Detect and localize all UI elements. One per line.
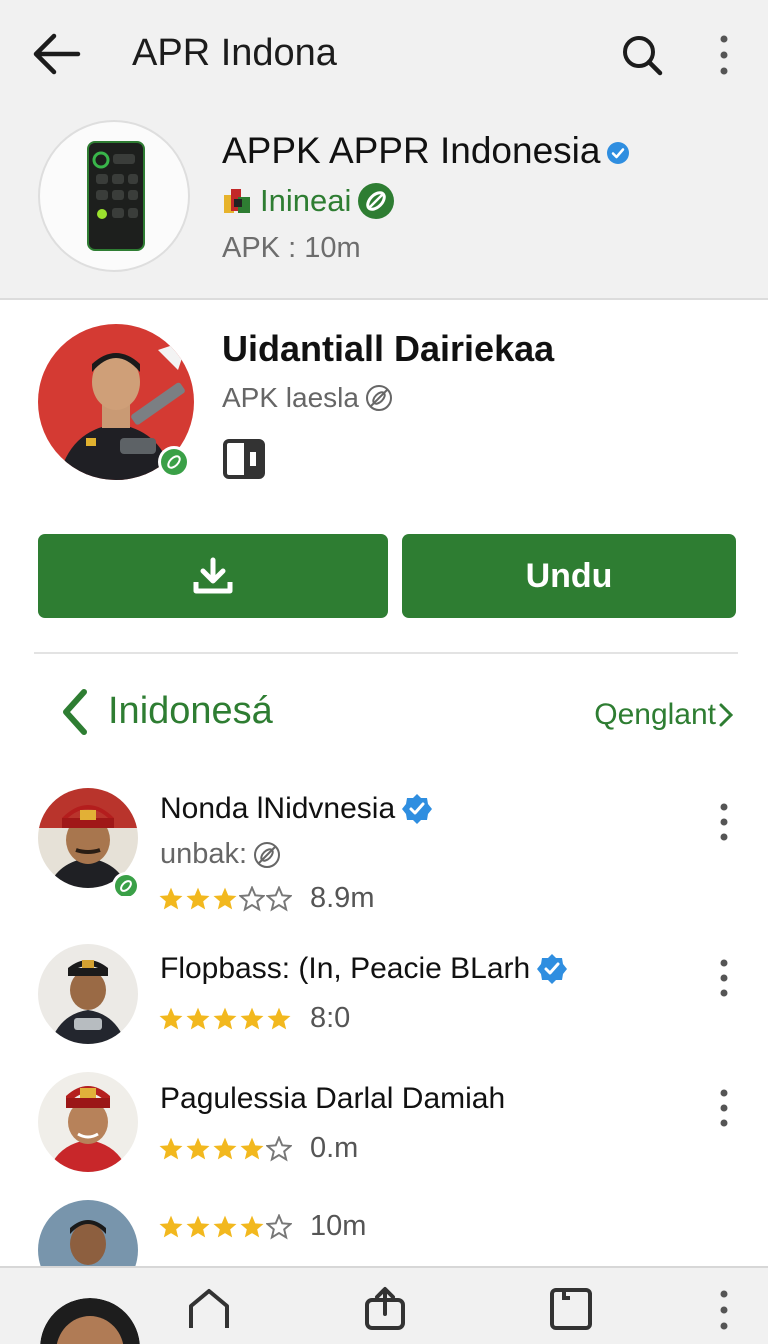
rating-value: 0.m bbox=[310, 1132, 359, 1164]
page-title: APR Indona bbox=[132, 32, 337, 74]
star-filled-icon bbox=[267, 1007, 291, 1029]
rating: 8:0 bbox=[158, 1002, 350, 1035]
rating: 8.9m bbox=[158, 882, 374, 915]
list-item-sub: unbak: bbox=[160, 838, 281, 871]
search-icon[interactable] bbox=[620, 33, 664, 77]
star-rating bbox=[158, 885, 292, 912]
star-rating bbox=[158, 1213, 292, 1240]
star-filled-icon bbox=[159, 887, 183, 909]
star-rating bbox=[158, 1135, 292, 1162]
star-filled-icon bbox=[159, 1215, 183, 1237]
avatar bbox=[38, 1072, 138, 1172]
rating-value: 8.9m bbox=[310, 882, 375, 914]
star-filled-icon bbox=[186, 887, 210, 909]
list-item-sub-text: unbak: bbox=[160, 838, 248, 870]
install-button[interactable]: Undu bbox=[402, 534, 736, 618]
section-title: Inidonesá bbox=[108, 690, 273, 732]
star-rating bbox=[158, 1006, 292, 1032]
share-icon[interactable] bbox=[362, 1286, 408, 1332]
bottom-nav bbox=[0, 1266, 768, 1344]
rating: 10m bbox=[158, 1210, 366, 1243]
leaf-badge-icon bbox=[358, 183, 395, 219]
rating-value: 8:0 bbox=[310, 1002, 351, 1034]
list-item[interactable]: Flopbass: (In, Peacie BLarh 8:0 bbox=[0, 940, 768, 1050]
app-icon bbox=[38, 120, 190, 272]
star-filled-icon bbox=[186, 1007, 210, 1029]
rating: 0.m bbox=[158, 1132, 358, 1165]
developer-line[interactable]: Inineai bbox=[222, 182, 395, 220]
list-item-name: Nonda lNidvnesia bbox=[160, 792, 433, 826]
more-vertical-icon[interactable] bbox=[714, 958, 734, 998]
more-vertical-icon[interactable] bbox=[714, 1088, 734, 1128]
developer-logo-icon bbox=[224, 189, 250, 213]
list-item-name-text: Pagulessia Darlal Damiah bbox=[160, 1082, 506, 1115]
download-button[interactable] bbox=[38, 534, 388, 618]
developer-name: Inineai bbox=[260, 183, 352, 218]
list-item[interactable]: Nonda lNidvnesia unbak: 8.9m bbox=[0, 780, 768, 920]
section-link[interactable]: Qenglant bbox=[594, 698, 734, 732]
home-icon[interactable] bbox=[186, 1286, 232, 1332]
list-item-name-text: Nonda lNidvnesia bbox=[160, 792, 396, 825]
avatar bbox=[38, 944, 138, 1044]
leaf-outline-icon bbox=[365, 385, 392, 411]
star-filled-icon bbox=[240, 1137, 264, 1159]
app-header: APPK APPR Indonesia Inineai APK : 10m bbox=[0, 110, 768, 300]
star-filled-icon bbox=[213, 1007, 237, 1029]
chevron-left-icon[interactable] bbox=[60, 688, 90, 736]
star-empty-icon bbox=[266, 1213, 292, 1239]
verified-icon bbox=[607, 142, 630, 165]
app-size: APK : 10m bbox=[222, 232, 361, 264]
feature-card: Uidantiall Dairiekaa APK laesla Undu bbox=[0, 302, 768, 652]
tablet-icon[interactable] bbox=[548, 1286, 594, 1332]
star-filled-icon bbox=[240, 1007, 264, 1029]
list-item-name: Pagulessia Darlal Damiah bbox=[160, 1082, 505, 1116]
star-empty-icon bbox=[266, 885, 292, 911]
feature-subtitle-text: APK laesla bbox=[222, 382, 359, 413]
verified-icon bbox=[537, 954, 568, 984]
phone-app-icon bbox=[87, 141, 145, 251]
app-name-text: APPK APPR Indonesia bbox=[222, 130, 601, 171]
list-item-name: Flopbass: (In, Peacie BLarh bbox=[160, 952, 568, 986]
star-filled-icon bbox=[186, 1137, 210, 1159]
more-vertical-icon[interactable] bbox=[712, 33, 736, 77]
chevron-right-icon bbox=[719, 703, 734, 727]
star-filled-icon bbox=[213, 1215, 237, 1237]
star-filled-icon bbox=[240, 1215, 264, 1237]
star-filled-icon bbox=[186, 1215, 210, 1237]
leaf-outline-icon bbox=[254, 841, 281, 868]
star-filled-icon bbox=[213, 1137, 237, 1159]
avatar bbox=[38, 788, 140, 900]
tablet-badge-icon bbox=[223, 439, 265, 479]
download-icon bbox=[193, 557, 233, 594]
list-item-name-text: Flopbass: (In, Peacie BLarh bbox=[160, 952, 531, 985]
feature-subtitle: APK laesla bbox=[222, 382, 393, 414]
verified-icon bbox=[402, 794, 433, 824]
list-item[interactable]: 10m bbox=[0, 1198, 768, 1266]
more-vertical-icon[interactable] bbox=[714, 802, 734, 842]
feature-title: Uidantiall Dairiekaa bbox=[222, 328, 555, 369]
more-vertical-icon[interactable] bbox=[712, 1286, 736, 1332]
star-empty-icon bbox=[239, 885, 265, 911]
rating-value: 10m bbox=[310, 1210, 367, 1242]
arrow-left-icon[interactable] bbox=[30, 30, 82, 78]
top-app-bar: APR Indona bbox=[0, 0, 768, 110]
star-filled-icon bbox=[159, 1007, 183, 1029]
divider bbox=[34, 652, 738, 654]
avatar bbox=[38, 1200, 138, 1266]
star-filled-icon bbox=[159, 1137, 183, 1159]
section-header: Inidonesá Qenglant bbox=[0, 680, 768, 750]
section-link-text: Qenglant bbox=[594, 698, 716, 731]
list-item[interactable]: Pagulessia Darlal Damiah 0.m bbox=[0, 1070, 768, 1180]
app-name: APPK APPR Indonesia bbox=[222, 130, 630, 172]
feature-avatar[interactable] bbox=[38, 320, 196, 482]
star-filled-icon bbox=[213, 887, 237, 909]
profile-avatar[interactable] bbox=[40, 1298, 140, 1344]
star-empty-icon bbox=[266, 1135, 292, 1161]
